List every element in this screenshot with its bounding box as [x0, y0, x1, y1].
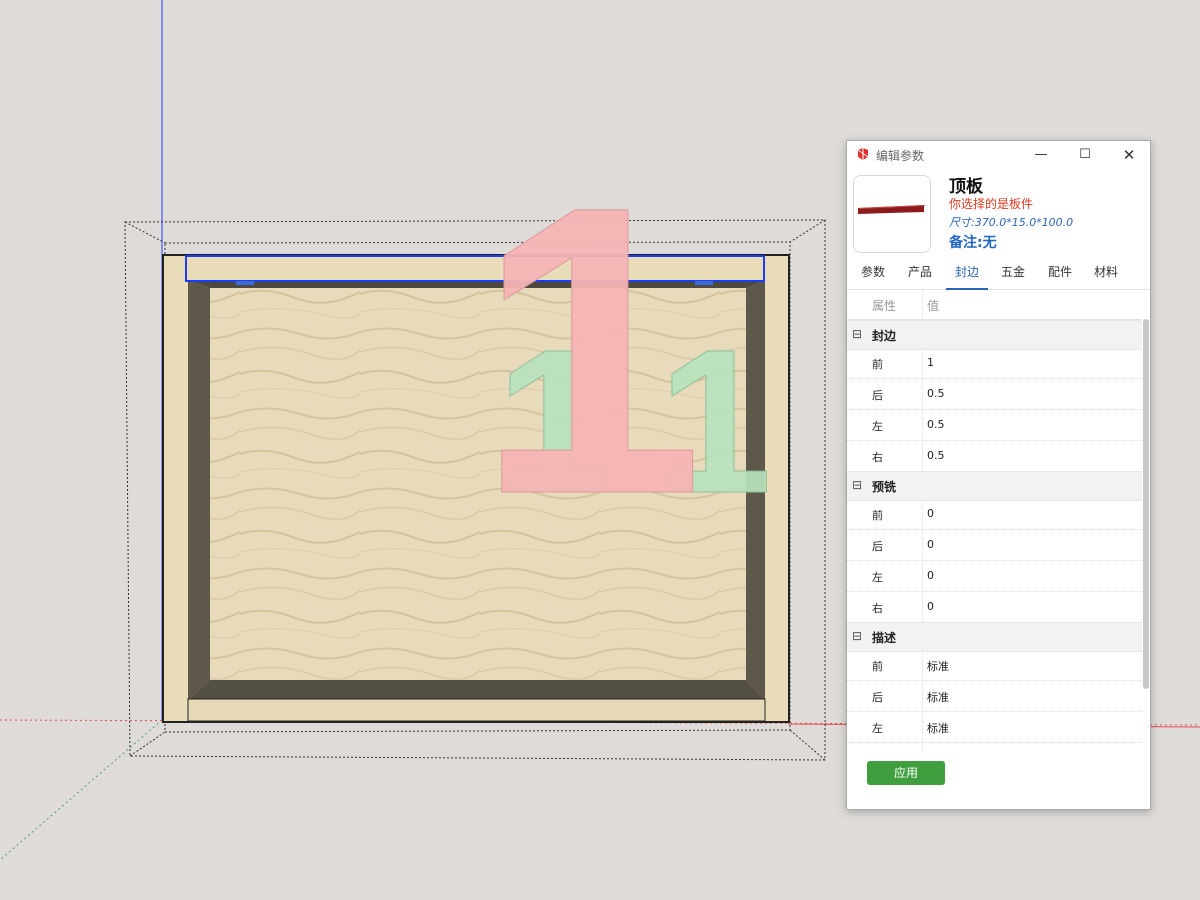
dialog-titlebar[interactable]: 编辑参数 — ☐ ✕ [847, 141, 1150, 169]
edit-params-dialog: 编辑参数 — ☐ ✕ 顶板 你选择的是板件 尺寸:370.0*15.0*100.… [846, 140, 1151, 810]
prop-value[interactable]: 0 [927, 538, 934, 551]
table-row[interactable]: 前1 [847, 348, 1142, 379]
part-name: 顶板 [949, 177, 983, 197]
close-button[interactable]: ✕ [1107, 141, 1150, 169]
grid-header: 属性 值 [847, 291, 1142, 320]
group-label: 描述 [872, 631, 897, 645]
prop-value[interactable]: 标准 [927, 720, 949, 736]
prop-name: 右 [872, 451, 883, 464]
collapse-icon[interactable]: ⊟ [852, 628, 862, 644]
prop-name: 后 [872, 691, 883, 704]
header-property: 属性 [872, 299, 897, 313]
edge-label-top: 1 [476, 121, 704, 579]
tab-bar: 参数 产品 封边 五金 配件 材料 [847, 257, 1150, 290]
table-row[interactable]: 右0 [847, 592, 1142, 623]
prop-name: 后 [872, 389, 883, 402]
tab-materials[interactable]: 材料 [1086, 257, 1126, 288]
table-row[interactable]: 后 0.5 [847, 379, 1142, 410]
prop-name: 后 [872, 540, 883, 553]
prop-name: 前 [872, 358, 883, 371]
apply-button[interactable]: 应用 [867, 761, 945, 785]
property-grid[interactable]: 属性 值 ⊟ 封边 前1 后 0.5 左 0.5 右 0.5 ⊟ 预铣 前0 后0 左… [847, 291, 1142, 751]
table-row[interactable]: 前0 [847, 499, 1142, 530]
tab-edge-banding[interactable]: 封边 [946, 257, 988, 290]
close-icon: ✕ [1122, 146, 1136, 164]
prop-value[interactable]: 0 [927, 507, 934, 520]
group-edge-banding[interactable]: ⊟ 封边 [847, 320, 1142, 350]
tab-hardware[interactable]: 五金 [993, 257, 1033, 288]
minimize-button[interactable]: — [1019, 141, 1063, 169]
group-description[interactable]: ⊟ 描述 [847, 622, 1142, 652]
table-row[interactable]: 左 标准 [847, 712, 1142, 743]
prop-name: 前 [872, 509, 883, 522]
prop-name: 左 [872, 571, 883, 584]
table-row[interactable]: 左 0.5 [847, 410, 1142, 441]
part-size: 尺寸:370.0*15.0*100.0 [949, 216, 1074, 229]
prop-value[interactable]: 标准 [927, 689, 949, 705]
prop-name: 左 [872, 722, 883, 735]
dialog-footer: 应用 [847, 751, 1150, 809]
bottom-inner-edge [188, 680, 765, 700]
selection-hint: 你选择的是板件 [949, 197, 1034, 211]
prop-name: 左 [872, 420, 883, 433]
board-preview-icon [858, 205, 926, 214]
group-label: 封边 [872, 329, 897, 343]
maximize-button[interactable]: ☐ [1063, 141, 1107, 169]
grid-scrollbar[interactable] [1143, 319, 1149, 689]
left-inner-edge [188, 280, 210, 700]
minimize-icon: — [1034, 147, 1048, 162]
part-remark: 备注:无 [949, 235, 997, 251]
table-row[interactable]: 右 0.5 [847, 441, 1142, 472]
prop-value[interactable]: 1 [927, 356, 934, 369]
group-pre-milling[interactable]: ⊟ 预铣 [847, 471, 1142, 501]
prop-value[interactable]: 0.5 [927, 418, 945, 431]
tab-params[interactable]: 参数 [853, 257, 893, 288]
table-row[interactable]: 前 标准 [847, 650, 1142, 681]
dialog-title: 编辑参数 [876, 149, 925, 163]
tab-product[interactable]: 产品 [900, 257, 940, 288]
tab-accessories[interactable]: 配件 [1040, 257, 1080, 288]
prop-value[interactable]: 0 [927, 600, 934, 613]
bottom-board [187, 698, 766, 722]
collapse-icon[interactable]: ⊟ [852, 326, 862, 342]
sketchup-logo-icon [857, 148, 869, 160]
prop-value[interactable]: 0.5 [927, 387, 945, 400]
prop-name: 前 [872, 660, 883, 673]
header-value: 值 [927, 299, 940, 313]
part-thumbnail [853, 175, 931, 253]
prop-value[interactable]: 0.5 [927, 449, 945, 462]
group-label: 预铣 [872, 480, 897, 494]
maximize-icon: ☐ [1079, 147, 1091, 162]
prop-name: 右 [872, 602, 883, 615]
table-row[interactable]: 右标准 [847, 743, 1142, 751]
prop-value[interactable]: 标准 [927, 658, 949, 674]
top-board-connector-left [236, 281, 254, 285]
prop-value[interactable]: 0 [927, 569, 934, 582]
table-row[interactable]: 后 标准 [847, 681, 1142, 712]
collapse-icon[interactable]: ⊟ [852, 477, 862, 493]
table-row[interactable]: 后0 [847, 530, 1142, 561]
table-row[interactable]: 左0 [847, 561, 1142, 592]
green-axis-line [0, 719, 163, 861]
